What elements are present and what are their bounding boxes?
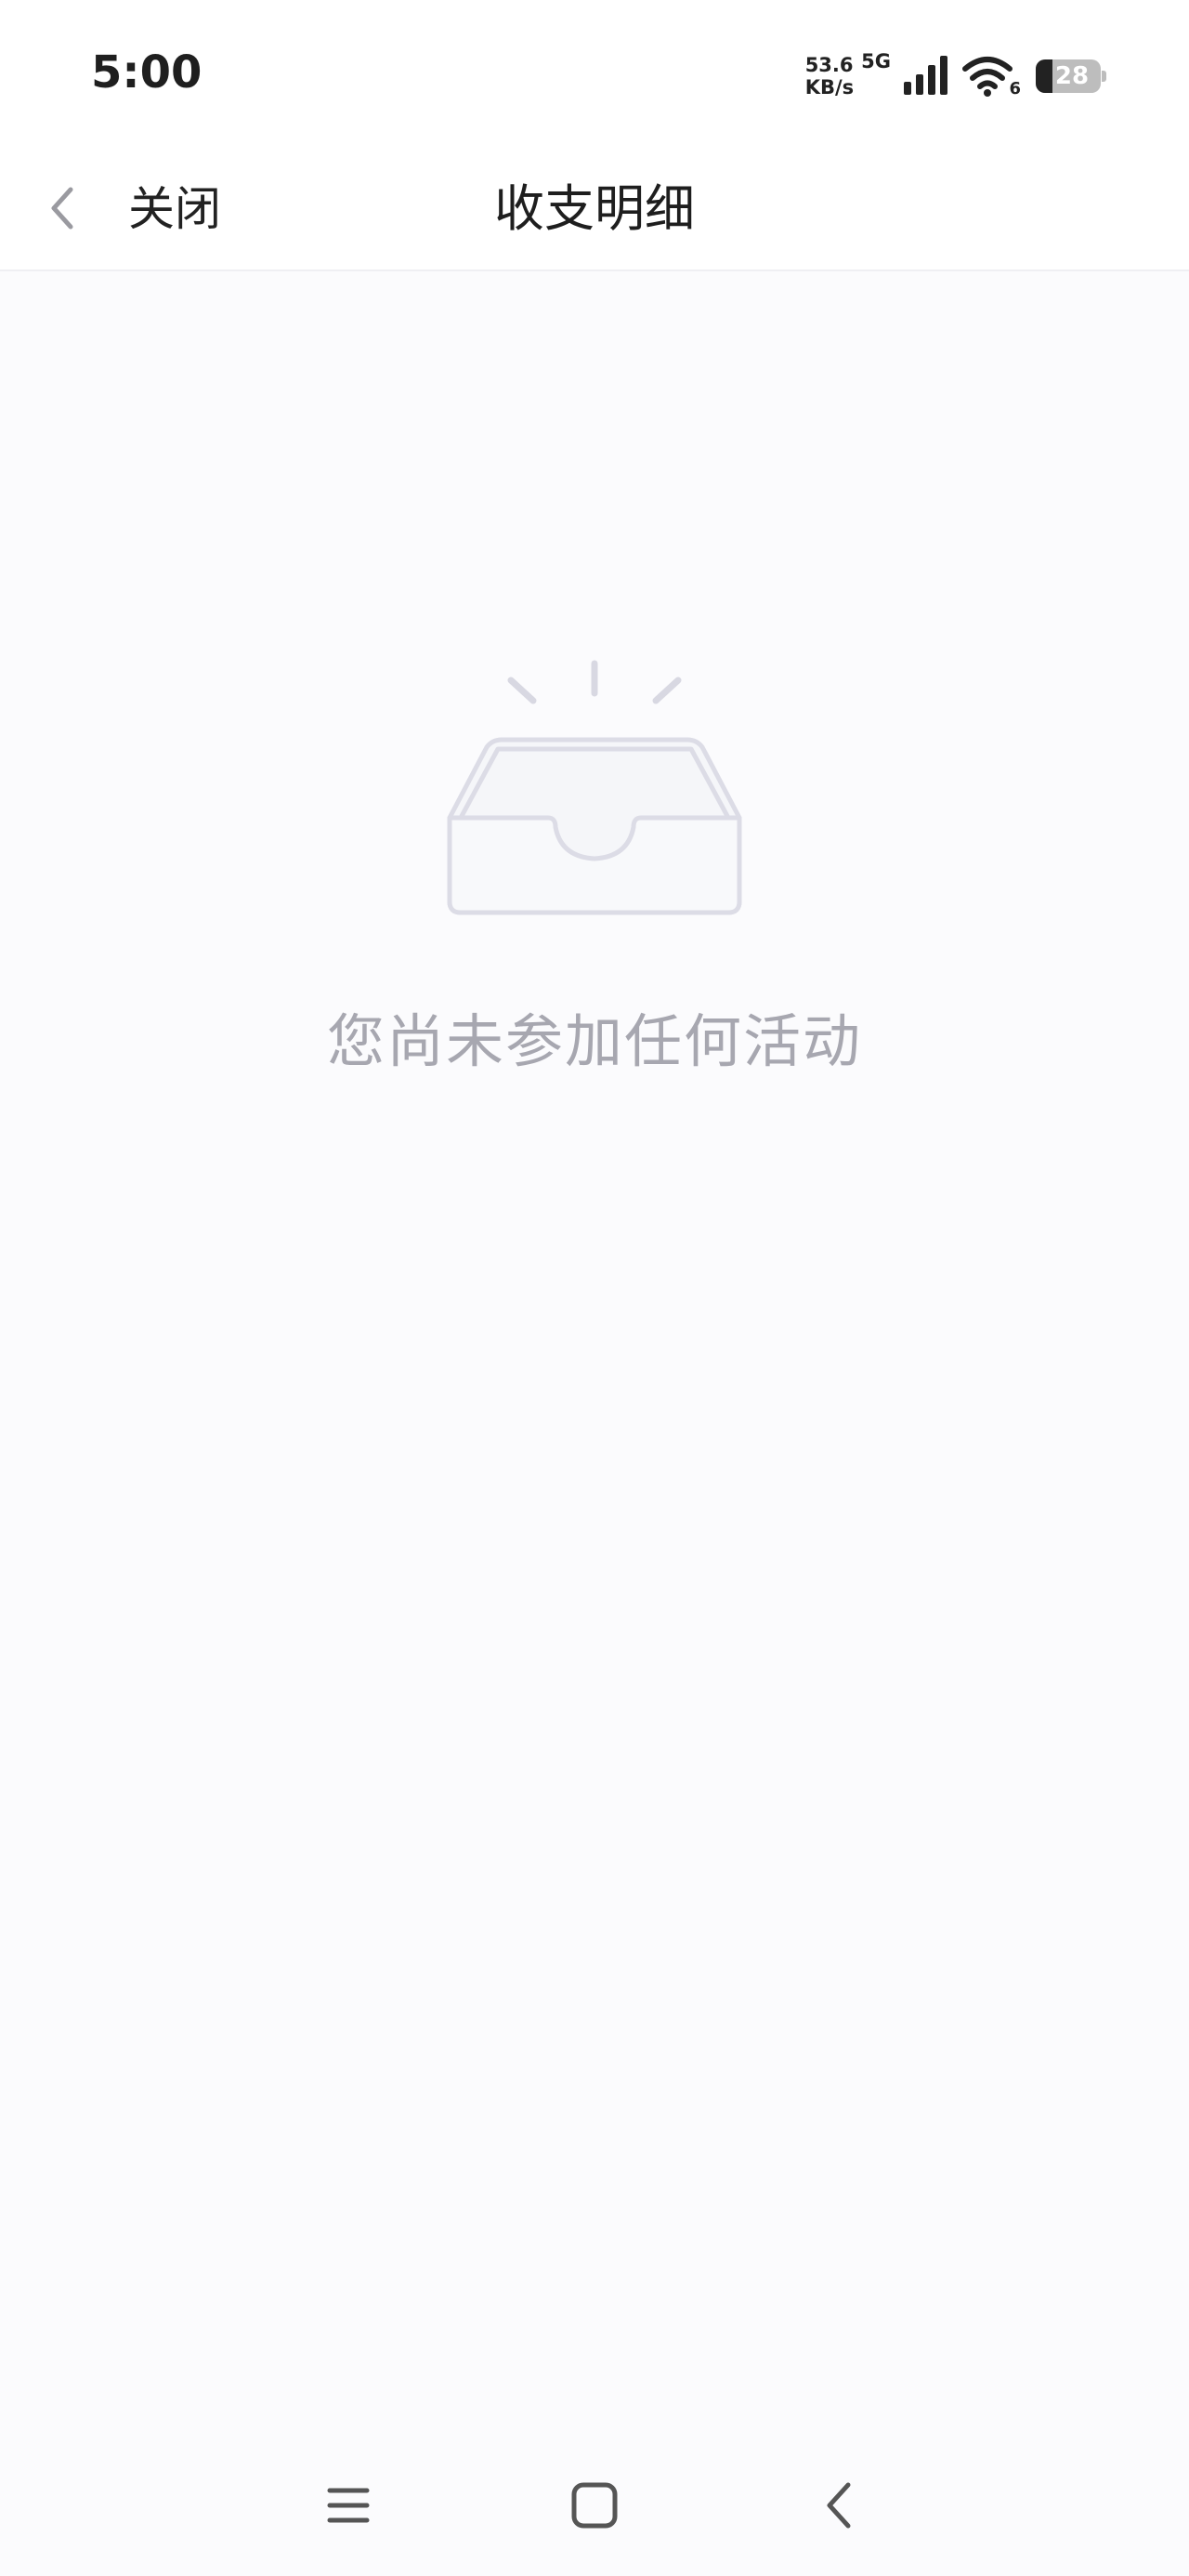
wifi-indicator: 6 — [961, 56, 1021, 99]
wifi-icon — [962, 57, 1013, 97]
nav-header: 关闭 收支明细 — [0, 149, 1189, 271]
battery-level: 28 — [1054, 62, 1090, 90]
status-indicators: 53.6 KB/s 5G 6 28 — [805, 48, 1106, 104]
system-navigation-bar — [0, 2435, 1189, 2576]
status-bar: 5:00 53.6 KB/s 5G 6 28 — [0, 0, 1189, 149]
wifi-label: 6 — [1009, 79, 1021, 99]
battery-icon: 28 — [1036, 59, 1106, 93]
network-type: 5G — [861, 50, 891, 72]
empty-message: 您尚未参加任何活动 — [326, 1007, 862, 1075]
network-speed: 53.6 KB/s — [805, 54, 854, 99]
system-back-icon[interactable] — [804, 2468, 878, 2543]
network-speed-unit: KB/s — [804, 76, 855, 99]
menu-icon[interactable] — [311, 2468, 385, 2543]
page-title: 收支明细 — [494, 179, 695, 238]
status-time: 5:00 — [91, 46, 203, 99]
home-icon[interactable] — [557, 2468, 632, 2543]
signal-icon — [904, 56, 947, 95]
empty-inbox-icon — [447, 660, 742, 915]
network-speed-value: 53.6 — [804, 54, 854, 76]
